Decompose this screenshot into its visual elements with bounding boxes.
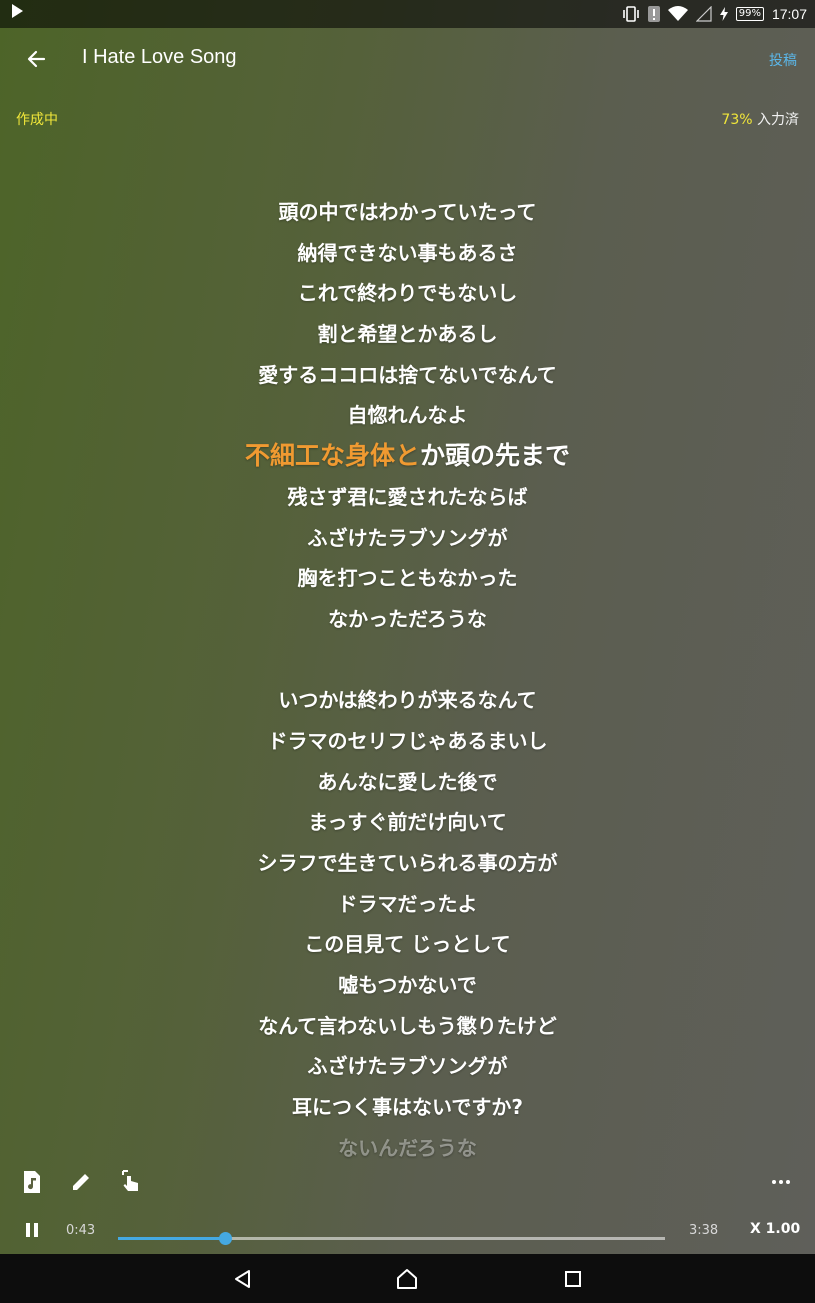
battery-level: 99% <box>735 7 764 21</box>
edit-button[interactable] <box>67 1168 95 1196</box>
playback-speed-button[interactable]: X 1.00 <box>750 1221 800 1237</box>
media-playing-icon <box>12 4 23 18</box>
back-button[interactable] <box>22 44 52 74</box>
lyric-line[interactable]: 割と希望とかあるし <box>0 314 815 355</box>
charging-icon <box>719 7 728 21</box>
current-lyric-line[interactable]: 不細工な身体とか頭の先まで <box>0 436 815 477</box>
lyric-line[interactable]: シラフで生きていられる事の方が <box>0 843 815 884</box>
signal-icon <box>695 6 712 22</box>
music-file-button[interactable] <box>18 1168 46 1196</box>
draft-status: 作成中 <box>16 112 58 128</box>
unsung-portion: か頭の先まで <box>420 441 571 471</box>
lyric-line[interactable]: 納得できない事もあるさ <box>0 233 815 274</box>
vibrate-icon <box>622 6 639 22</box>
pause-icon <box>26 1223 38 1237</box>
pause-button[interactable] <box>22 1220 42 1240</box>
sung-portion: 不細工な身体と <box>244 441 420 471</box>
seek-thumb[interactable] <box>219 1232 233 1245</box>
clock: 17:07 <box>771 6 807 22</box>
post-button[interactable]: 投稿 <box>769 50 797 70</box>
lyric-line[interactable]: 嘘もつかないで <box>0 965 815 1006</box>
lyric-line[interactable]: 頭の中ではわかっていたって <box>0 192 815 233</box>
song-title: I Hate Love Song <box>82 46 237 68</box>
touch-icon <box>122 1170 138 1191</box>
wifi-icon <box>667 6 688 21</box>
lyric-line[interactable]: 胸を打つこともなかった <box>0 558 815 599</box>
arrow-left-icon <box>27 50 46 68</box>
input-progress: 73% 入力済 <box>721 109 799 129</box>
alert-icon <box>647 6 660 22</box>
more-icon <box>772 1180 790 1184</box>
lyric-line[interactable]: 愛するココロは捨てないでなんて <box>0 355 815 396</box>
lyric-line[interactable]: ないんだろうな <box>0 1128 815 1162</box>
status-bar: 99% 17:07 <box>0 0 815 28</box>
nav-home-button[interactable] <box>394 1266 420 1292</box>
lyric-line[interactable]: あんなに愛した後で <box>0 762 815 803</box>
nav-back-button[interactable] <box>230 1266 256 1292</box>
lyric-line[interactable]: この目見て じっとして <box>0 924 815 965</box>
lyric-line[interactable]: いつかは終わりが来るなんて <box>0 680 815 721</box>
lyrics-view[interactable]: 頭の中ではわかっていたって 納得できない事もあるさ これで終わりでもないし 割と… <box>0 192 815 1162</box>
nav-recents-button[interactable] <box>560 1266 586 1292</box>
progress-label: 入力済 <box>757 112 799 128</box>
lyric-line[interactable]: ドラマだったよ <box>0 884 815 925</box>
music-file-icon <box>24 1171 40 1193</box>
lyric-line[interactable]: 耳につく事はないですか? <box>0 1087 815 1128</box>
total-time: 3:38 <box>689 1223 719 1238</box>
home-icon <box>397 1269 417 1289</box>
lyric-line[interactable]: ふざけたラブソングが <box>0 1046 815 1087</box>
lyric-blank-line <box>0 640 815 681</box>
lyric-line[interactable]: 自惚れんなよ <box>0 395 815 436</box>
lyric-line[interactable]: まっすぐ前だけ向いて <box>0 802 815 843</box>
system-nav-bar <box>0 1254 815 1303</box>
playback-bar: 0:43 3:38 X 1.00 <box>0 1210 815 1252</box>
pencil-icon <box>73 1174 89 1190</box>
lyric-line[interactable]: ドラマのセリフじゃあるまいし <box>0 721 815 762</box>
lyric-line[interactable]: なんて言わないしもう懲りたけど <box>0 1006 815 1047</box>
editor-toolbar <box>0 1162 815 1202</box>
seek-bar[interactable] <box>118 1232 665 1245</box>
more-options-button[interactable] <box>767 1168 795 1196</box>
seek-progress <box>118 1237 226 1240</box>
progress-percent: 73% <box>721 112 753 128</box>
app-bar: I Hate Love Song 投稿 <box>0 28 815 88</box>
lyrics-status-row: 作成中 73% 入力済 <box>0 106 815 130</box>
lyric-line[interactable]: なかっただろうな <box>0 599 815 640</box>
square-recents-icon <box>565 1271 581 1287</box>
lyric-line[interactable]: これで終わりでもないし <box>0 273 815 314</box>
triangle-back-icon <box>235 1270 250 1288</box>
lyric-line[interactable]: 残さず君に愛されたならば <box>0 477 815 518</box>
status-icons: 99% 17:07 <box>622 4 807 24</box>
current-time: 0:43 <box>66 1223 96 1238</box>
touch-mode-button[interactable] <box>116 1168 144 1196</box>
lyric-line[interactable]: ふざけたラブソングが <box>0 518 815 559</box>
